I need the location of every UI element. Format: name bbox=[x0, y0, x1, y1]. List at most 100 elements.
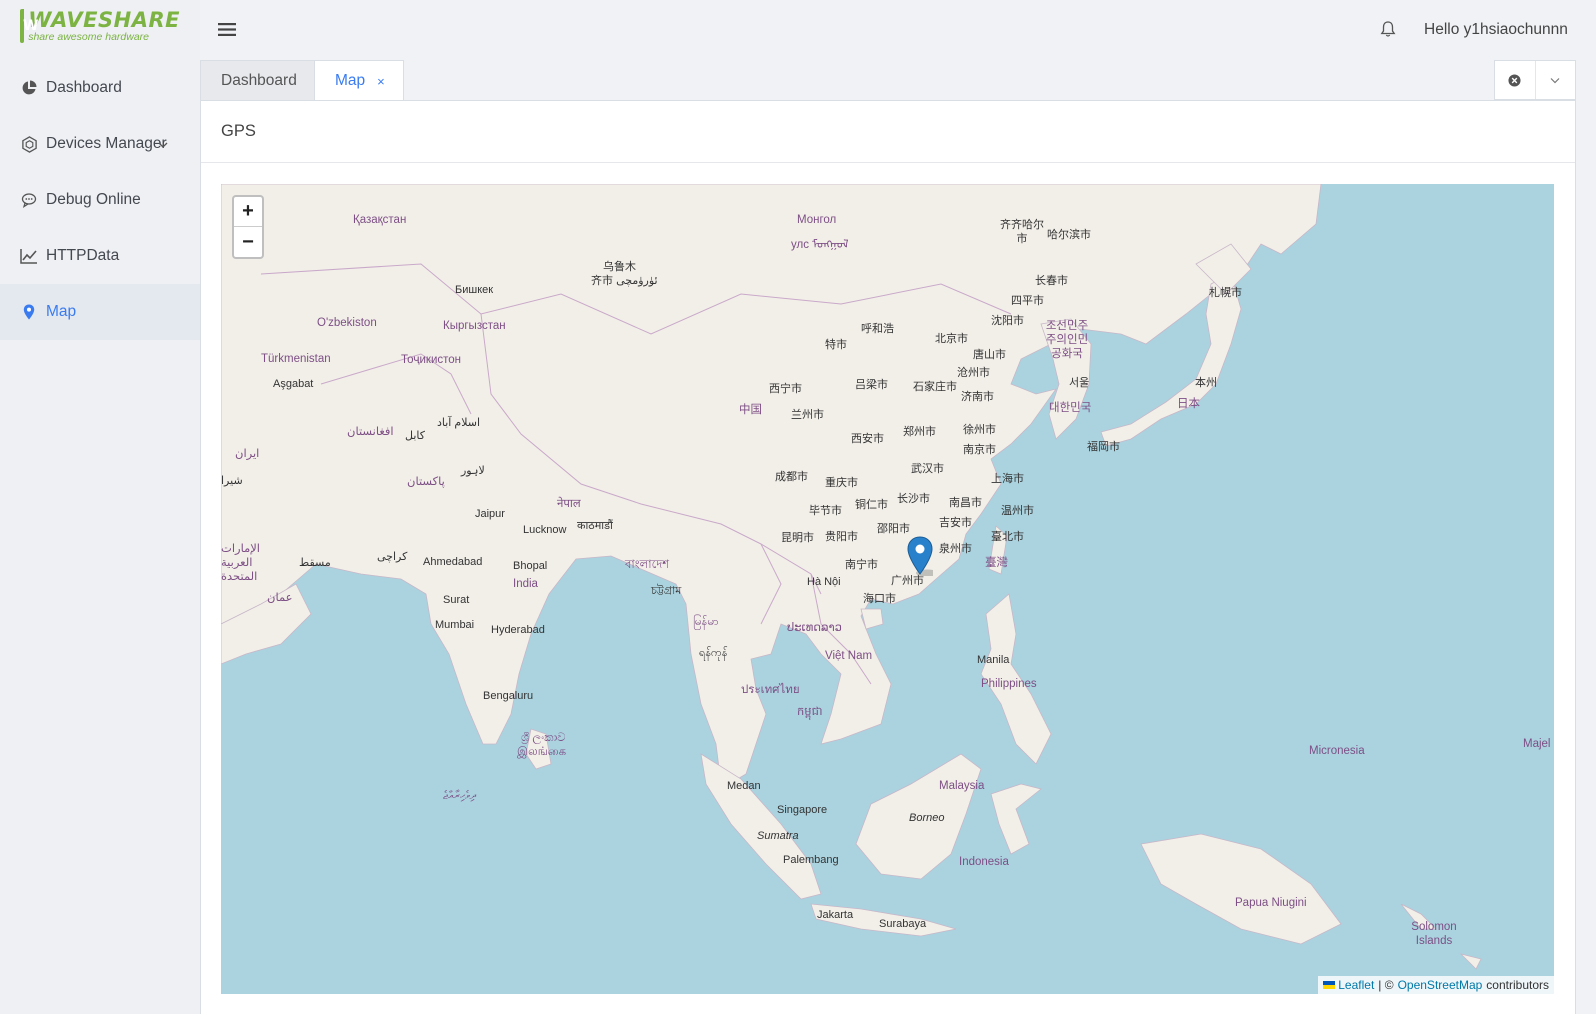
hexagon-icon bbox=[20, 135, 38, 153]
map-label: ދިވެހިރާއްޖެ bbox=[443, 790, 476, 802]
leaflet-link[interactable]: Leaflet bbox=[1338, 978, 1374, 992]
map-marker-icon bbox=[907, 536, 938, 577]
map-label: 邵阳市 bbox=[877, 523, 910, 535]
sidebar-item-label: Map bbox=[46, 303, 77, 320]
map-label: 中国 bbox=[739, 404, 762, 416]
map-label: 四平市 bbox=[1011, 295, 1044, 307]
line-chart-icon bbox=[20, 247, 38, 265]
tab-dashboard[interactable]: Dashboard bbox=[200, 60, 315, 101]
map-label: 特市 bbox=[825, 339, 847, 351]
map-label: 成都市 bbox=[775, 471, 808, 483]
map-label: Mumbai bbox=[435, 619, 475, 631]
zoom-in-button[interactable]: + bbox=[234, 197, 262, 227]
map-label: 西宁市 bbox=[769, 383, 802, 395]
map-label: இலங்கை bbox=[517, 746, 567, 758]
map-label: 哈尔滨市 bbox=[1047, 229, 1091, 241]
top-bar: Hello y1hsiaochunnn bbox=[200, 0, 1596, 60]
sidebar-item-debug-online[interactable]: Debug Online bbox=[0, 172, 200, 228]
map-label: 沧州市 bbox=[957, 367, 990, 379]
map-label: 조선민주주의인민공화국 bbox=[1045, 320, 1089, 360]
close-icon[interactable]: × bbox=[377, 74, 385, 89]
map-tiles[interactable] bbox=[221, 184, 1554, 994]
map-label: 南宁市 bbox=[845, 559, 878, 571]
map-label: 长沙市 bbox=[897, 493, 930, 505]
chevron-down-icon bbox=[158, 136, 168, 154]
map-label: 呼和浩 bbox=[861, 323, 894, 335]
map-label: Micronesia bbox=[1309, 745, 1365, 757]
map-label: Aşgabat bbox=[273, 378, 314, 390]
map-label: नेपाल bbox=[557, 498, 581, 510]
user-greeting[interactable]: Hello y1hsiaochunnn bbox=[1424, 21, 1568, 39]
sidebar-item-devices-manager[interactable]: Devices Manager bbox=[0, 116, 200, 172]
map-label: កម្ពុជា bbox=[797, 706, 823, 718]
map-label: Кыргызстан bbox=[443, 320, 506, 332]
map-label: Papua Niugini bbox=[1235, 897, 1307, 909]
map-label: کابل bbox=[405, 430, 425, 442]
map-label: Bengaluru bbox=[483, 690, 534, 702]
map-label: ایران bbox=[235, 448, 260, 460]
map-label: 济南市 bbox=[961, 391, 994, 403]
map-container[interactable]: + − Қазақстан Монгол улс ᠮᠣᠩᠭᠣᠯ 乌鲁木 齐市 ئ… bbox=[221, 184, 1554, 994]
map-label: 石家庄市 bbox=[913, 381, 957, 393]
hamburger-menu-icon[interactable] bbox=[218, 22, 236, 42]
map-label: Surat bbox=[443, 594, 470, 606]
map-label: Malaysia bbox=[939, 780, 985, 792]
sidebar-item-map[interactable]: Map bbox=[0, 284, 200, 340]
tab-options-dropdown[interactable] bbox=[1536, 61, 1576, 99]
map-label: 长春市 bbox=[1035, 275, 1068, 287]
map-label: Ahmedabad bbox=[423, 556, 483, 568]
logo-mark-icon: W bbox=[20, 9, 39, 43]
brand-tagline: share awesome hardware bbox=[28, 30, 149, 43]
bell-icon[interactable] bbox=[1380, 20, 1396, 43]
sidebar-item-httpdata[interactable]: HTTPData bbox=[0, 228, 200, 284]
map-label: اسلام آباد bbox=[437, 417, 481, 429]
map-label: 齐齐哈尔市 bbox=[1000, 219, 1044, 245]
map-label: Majel bbox=[1523, 738, 1551, 750]
map-label: Lucknow bbox=[523, 524, 567, 536]
tab-map[interactable]: Map × bbox=[314, 60, 404, 101]
map-label: Sumatra bbox=[757, 830, 799, 842]
map-label: 臺灣 bbox=[985, 557, 1008, 569]
map-label: لاہور bbox=[461, 465, 485, 477]
zoom-controls: + − bbox=[232, 195, 264, 259]
map-label: ประเทศไทย bbox=[741, 684, 800, 696]
waveshare-logo[interactable]: W WAVESHARE share awesome hardware bbox=[20, 8, 180, 44]
map-label: 西安市 bbox=[851, 433, 884, 445]
map-label: Hà Nội bbox=[807, 576, 841, 588]
map-label: 武汉市 bbox=[911, 463, 944, 475]
map-label: ශ්‍රී ලංකාව bbox=[521, 732, 566, 744]
map-label: Việt Nam bbox=[825, 650, 873, 662]
map-label: پاکستان bbox=[407, 476, 445, 488]
map-label: 昆明市 bbox=[781, 532, 814, 544]
map-label: 札幌市 bbox=[1209, 287, 1242, 299]
map-label: Bhopal bbox=[513, 560, 548, 572]
openstreetmap-link[interactable]: OpenStreetMap bbox=[1398, 978, 1483, 992]
sidebar-item-label: HTTPData bbox=[46, 247, 120, 264]
sidebar-item-label: Dashboard bbox=[46, 79, 122, 96]
map-label: 贵阳市 bbox=[825, 531, 858, 543]
map-label: عمان bbox=[267, 592, 293, 604]
tab-label: Map bbox=[335, 72, 366, 89]
map-label: 吕梁市 bbox=[855, 379, 888, 391]
map-label: 臺北市 bbox=[991, 531, 1024, 543]
close-all-tabs-button[interactable] bbox=[1495, 61, 1536, 99]
map-label: Indonesia bbox=[959, 856, 1009, 868]
map-label: Manila bbox=[977, 654, 1010, 666]
map-label: India bbox=[513, 578, 538, 590]
map-label: မြန်မာ bbox=[693, 616, 719, 628]
map-label: Palembang bbox=[783, 854, 839, 866]
map-label: 重庆市 bbox=[825, 477, 858, 489]
map-label: شیرا bbox=[221, 475, 243, 487]
map-label: Jakarta bbox=[817, 909, 854, 921]
zoom-out-button[interactable]: − bbox=[234, 227, 262, 257]
map-label: Hyderabad bbox=[491, 624, 545, 636]
map-label: 齐市 ئۈرۈمچی bbox=[591, 275, 658, 287]
map-label: Medan bbox=[727, 780, 761, 792]
map-label: Türkmenistan bbox=[261, 353, 331, 365]
sidebar-item-label: Devices Manager bbox=[46, 135, 167, 152]
marker-city-label: 广州市 bbox=[891, 575, 924, 587]
map-label: کراچی bbox=[377, 551, 408, 563]
map-label: Монгол bbox=[797, 214, 837, 226]
sidebar-item-dashboard[interactable]: Dashboard bbox=[0, 60, 200, 116]
sidebar: W WAVESHARE share awesome hardware Dashb… bbox=[0, 0, 200, 1014]
